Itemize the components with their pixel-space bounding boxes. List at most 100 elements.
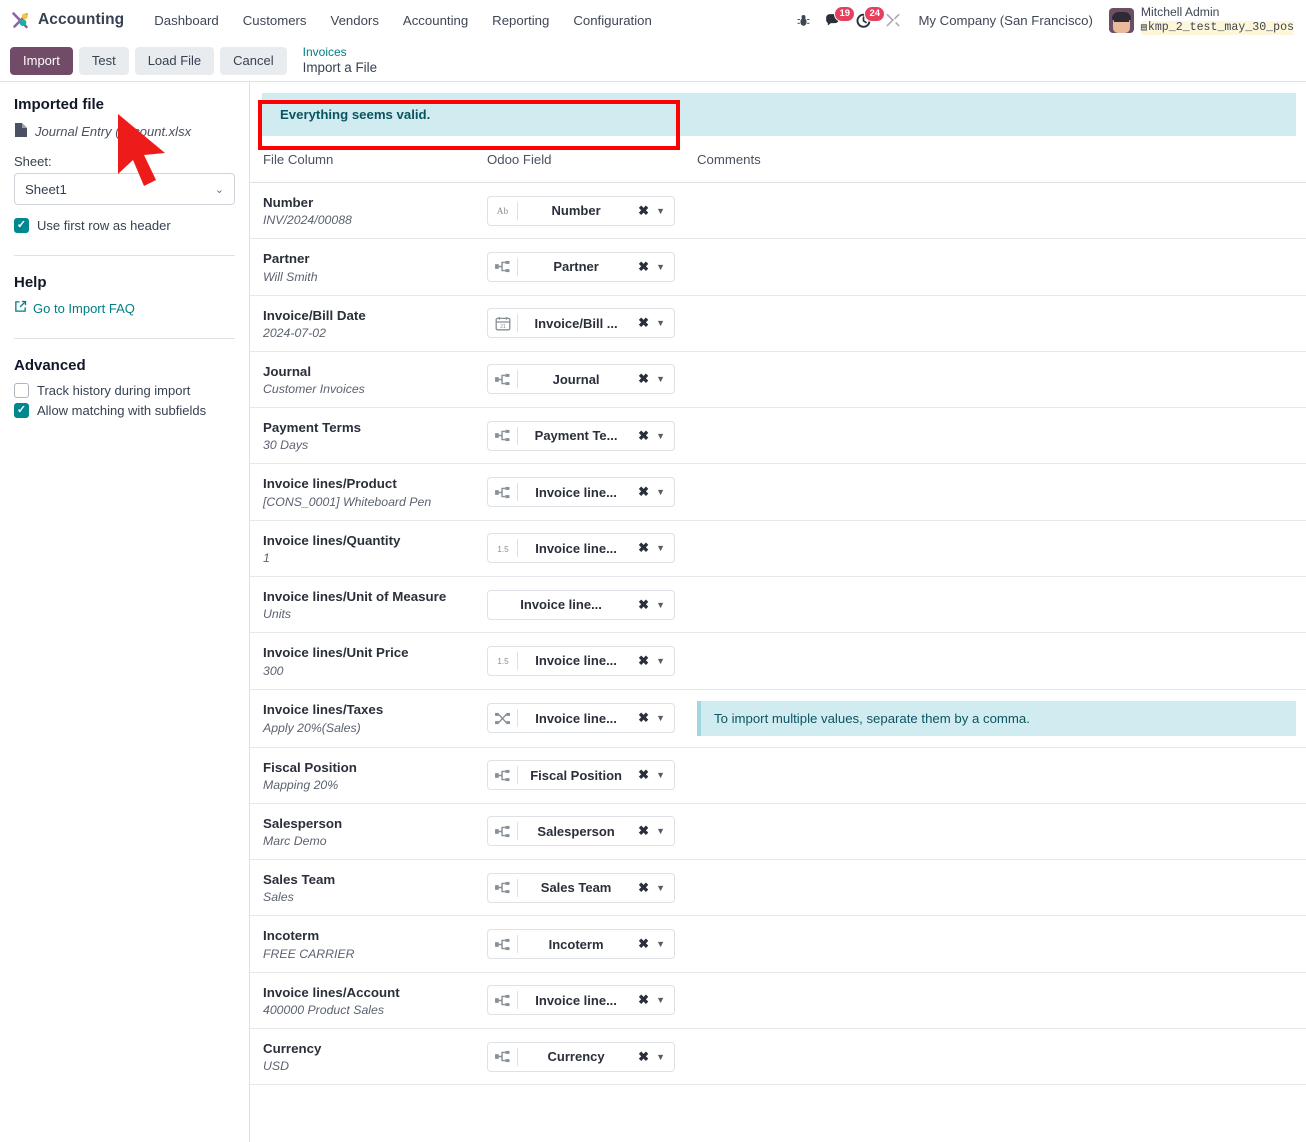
- odoo-field-cell: Invoice line... ✖ ▼: [474, 463, 684, 521]
- wrench-tools-icon[interactable]: [878, 5, 908, 35]
- menu-item-dashboard[interactable]: Dashboard: [142, 7, 231, 34]
- field-dropdown-caret-icon[interactable]: ▼: [653, 374, 674, 384]
- cancel-button[interactable]: Cancel: [220, 46, 287, 75]
- clear-field-icon[interactable]: ✖: [634, 1049, 653, 1065]
- brand-home-link[interactable]: Accounting: [10, 10, 124, 31]
- field-dropdown-caret-icon[interactable]: ▼: [653, 939, 674, 949]
- import-faq-link[interactable]: Go to Import FAQ: [14, 300, 235, 316]
- field-dropdown-caret-icon[interactable]: ▼: [653, 770, 674, 780]
- clear-field-icon[interactable]: ✖: [634, 992, 653, 1008]
- track-history-row[interactable]: Track history during import: [14, 383, 235, 398]
- clear-field-icon[interactable]: ✖: [634, 653, 653, 669]
- many2one-icon: [488, 822, 518, 841]
- clear-field-icon[interactable]: ✖: [634, 597, 653, 613]
- clear-field-icon[interactable]: ✖: [634, 315, 653, 331]
- field-dropdown-caret-icon[interactable]: ▼: [653, 318, 674, 328]
- table-row: Payment Terms 30 Days Payment Te... ✖ ▼: [250, 407, 1306, 465]
- allow-matching-row[interactable]: Allow matching with subfields: [14, 403, 235, 418]
- clear-field-icon[interactable]: ✖: [634, 880, 653, 896]
- clear-field-icon[interactable]: ✖: [634, 767, 653, 783]
- odoo-field-select[interactable]: Payment Te... ✖ ▼: [487, 420, 675, 451]
- use-first-row-as-header-row[interactable]: Use first row as header: [14, 218, 235, 233]
- file-column-cell: Partner Will Smith: [250, 238, 474, 296]
- odoo-field-select[interactable]: 1.5 Invoice line... ✖ ▼: [487, 645, 675, 676]
- clear-field-icon[interactable]: ✖: [634, 203, 653, 219]
- float-icon: 1.5: [488, 651, 518, 670]
- odoo-field-select[interactable]: Partner ✖ ▼: [487, 251, 675, 282]
- odoo-field-select[interactable]: Ab Number ✖ ▼: [487, 195, 675, 226]
- odoo-field-select[interactable]: Incoterm ✖ ▼: [487, 929, 675, 960]
- menu-item-accounting[interactable]: Accounting: [391, 7, 480, 34]
- odoo-field-select[interactable]: Invoice line... ✖ ▼: [487, 985, 675, 1016]
- help-title: Help: [14, 274, 47, 291]
- odoo-field-select[interactable]: Currency ✖ ▼: [487, 1041, 675, 1072]
- odoo-field-label: Salesperson: [537, 823, 615, 839]
- user-menu[interactable]: Mitchell Admin ▤kmp_2_test_may_30_pos: [1103, 5, 1294, 35]
- odoo-field-cell: Ab Number ✖ ▼: [474, 182, 684, 240]
- clear-field-icon[interactable]: ✖: [634, 936, 653, 952]
- menu-item-vendors[interactable]: Vendors: [319, 7, 391, 34]
- odoo-field-select[interactable]: Sales Team ✖ ▼: [487, 872, 675, 903]
- file-column-name: Invoice lines/Quantity: [263, 532, 401, 548]
- file-column-sample: Mapping 20%: [263, 777, 339, 792]
- avatar: [1108, 7, 1134, 33]
- odoo-field-cell: Invoice line... ✖ ▼: [474, 689, 684, 748]
- field-dropdown-caret-icon[interactable]: ▼: [653, 262, 674, 272]
- odoo-field-select[interactable]: Invoice line... ✖ ▼: [487, 589, 675, 620]
- odoo-field-select[interactable]: Invoice line... ✖ ▼: [487, 703, 675, 734]
- sheet-select[interactable]: Sheet1 ⌄: [14, 173, 235, 205]
- allow-matching-label: Allow matching with subfields: [37, 403, 207, 418]
- menu-item-reporting[interactable]: Reporting: [480, 7, 561, 34]
- field-dropdown-caret-icon[interactable]: ▼: [653, 431, 674, 441]
- odoo-field-cell: 21 Invoice/Bill ... ✖ ▼: [474, 295, 684, 352]
- field-dropdown-caret-icon[interactable]: ▼: [653, 600, 674, 610]
- svg-text:1.5: 1.5: [497, 545, 509, 554]
- main-menu: Dashboard Customers Vendors Accounting R…: [142, 7, 664, 34]
- field-dropdown-caret-icon[interactable]: ▼: [653, 656, 674, 666]
- field-dropdown-caret-icon[interactable]: ▼: [653, 487, 674, 497]
- field-dropdown-caret-icon[interactable]: ▼: [653, 995, 674, 1005]
- odoo-field-select[interactable]: Invoice line... ✖ ▼: [487, 477, 675, 508]
- field-dropdown-caret-icon[interactable]: ▼: [653, 883, 674, 893]
- import-button[interactable]: Import: [10, 46, 73, 75]
- clear-field-icon[interactable]: ✖: [634, 428, 653, 444]
- file-column-cell: Sales Team Sales: [250, 859, 474, 917]
- table-row: Salesperson Marc Demo Salesperson ✖ ▼: [250, 803, 1306, 861]
- field-dropdown-caret-icon[interactable]: ▼: [653, 713, 674, 723]
- company-switcher[interactable]: My Company (San Francisco): [908, 7, 1102, 34]
- menu-item-configuration[interactable]: Configuration: [561, 7, 663, 34]
- file-column-cell: Journal Customer Invoices: [250, 351, 474, 409]
- bug-icon[interactable]: [788, 5, 818, 35]
- odoo-field-select[interactable]: Journal ✖ ▼: [487, 364, 675, 395]
- track-history-checkbox[interactable]: [14, 383, 29, 398]
- messages-icon[interactable]: 19: [818, 5, 856, 35]
- import-mapping-content: Everything seems valid. File Column Odoo…: [250, 82, 1306, 1142]
- allow-matching-checkbox[interactable]: [14, 403, 29, 418]
- breadcrumb-parent-link[interactable]: Invoices: [303, 46, 377, 60]
- field-dropdown-caret-icon[interactable]: ▼: [653, 1052, 674, 1062]
- clear-field-icon[interactable]: ✖: [634, 259, 653, 275]
- clear-field-icon[interactable]: ✖: [634, 371, 653, 387]
- load-file-button[interactable]: Load File: [134, 46, 215, 75]
- comments-cell: [684, 463, 1306, 521]
- use-first-row-checkbox[interactable]: [14, 218, 29, 233]
- file-column-sample: Apply 20%(Sales): [263, 720, 361, 735]
- file-column-sample: 30 Days: [263, 438, 309, 453]
- field-dropdown-caret-icon[interactable]: ▼: [653, 543, 674, 553]
- odoo-field-select[interactable]: 1.5 Invoice line... ✖ ▼: [487, 533, 675, 564]
- menu-item-customers[interactable]: Customers: [231, 7, 319, 34]
- odoo-field-label: Journal: [552, 371, 600, 387]
- file-column-name: Invoice lines/Unit Price: [263, 645, 409, 661]
- svg-text:1.5: 1.5: [497, 657, 509, 666]
- clear-field-icon[interactable]: ✖: [634, 484, 653, 500]
- field-dropdown-caret-icon[interactable]: ▼: [653, 826, 674, 836]
- odoo-field-select[interactable]: Fiscal Position ✖ ▼: [487, 760, 675, 791]
- test-button[interactable]: Test: [78, 46, 129, 75]
- field-dropdown-caret-icon[interactable]: ▼: [653, 206, 674, 216]
- odoo-field-select[interactable]: Salesperson ✖ ▼: [487, 816, 675, 847]
- clear-field-icon[interactable]: ✖: [634, 710, 653, 726]
- odoo-field-select[interactable]: 21 Invoice/Bill ... ✖ ▼: [487, 308, 675, 339]
- clear-field-icon[interactable]: ✖: [634, 823, 653, 839]
- activities-clock-icon[interactable]: 24: [848, 5, 886, 35]
- clear-field-icon[interactable]: ✖: [634, 540, 653, 556]
